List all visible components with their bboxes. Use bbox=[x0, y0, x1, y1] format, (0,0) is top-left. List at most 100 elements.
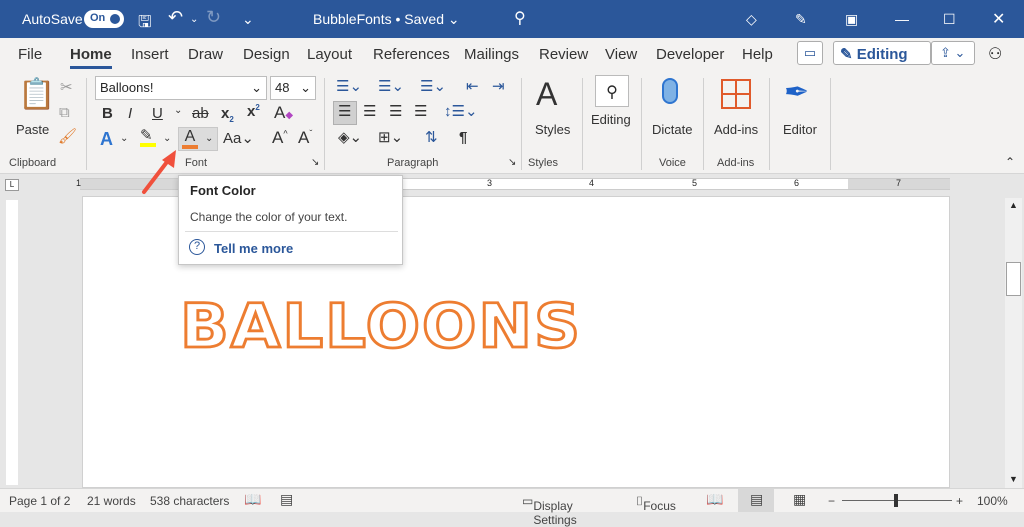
tab-view[interactable]: View bbox=[605, 46, 637, 63]
underline-icon[interactable]: U bbox=[152, 106, 163, 121]
paste-icon[interactable]: 📋 bbox=[18, 80, 55, 110]
font-color-dropdown-icon[interactable]: ⌄ bbox=[205, 134, 213, 144]
multilevel-list-icon[interactable]: ☰⌄ bbox=[420, 79, 446, 94]
paragraph-dialog-launcher-icon[interactable]: ↘ bbox=[508, 158, 516, 168]
numbering-icon[interactable]: ☰⌄ bbox=[378, 79, 404, 94]
character-count[interactable]: 538 characters bbox=[150, 494, 229, 508]
increase-indent-icon[interactable]: ⇥ bbox=[492, 79, 505, 94]
decrease-indent-icon[interactable]: ⇤ bbox=[466, 79, 479, 94]
coauthor-icon[interactable]: ⚇ bbox=[988, 44, 1002, 64]
search-icon[interactable]: ⚲ bbox=[514, 8, 526, 28]
highlight-icon[interactable]: ✎ bbox=[140, 128, 156, 147]
underline-dropdown-icon[interactable]: ⌄ bbox=[174, 106, 182, 116]
maximize-icon[interactable]: ☐ bbox=[943, 11, 956, 28]
shrink-font-icon[interactable]: Aˇ bbox=[298, 129, 312, 146]
customize-qat-icon[interactable]: ⌄ bbox=[242, 11, 254, 28]
accessibility-icon[interactable]: ▤ bbox=[280, 491, 293, 508]
editing-button[interactable]: Editing bbox=[591, 112, 631, 127]
focus-button[interactable]: ⌷ Focus bbox=[636, 494, 676, 513]
tab-file[interactable]: File bbox=[18, 46, 42, 63]
tell-me-more-link[interactable]: Tell me more bbox=[214, 241, 293, 256]
vertical-scrollbar[interactable]: ▲ ▼ bbox=[1005, 198, 1022, 488]
close-icon[interactable]: ✕ bbox=[992, 9, 1005, 29]
vertical-ruler[interactable] bbox=[6, 200, 18, 485]
tab-selector[interactable]: L bbox=[5, 179, 19, 191]
undo-dropdown-icon[interactable]: ⌄ bbox=[190, 14, 198, 25]
font-size-value: 48 bbox=[275, 80, 290, 95]
font-size-select[interactable]: 48 ⌄ bbox=[270, 76, 316, 100]
italic-icon[interactable]: I bbox=[128, 106, 132, 121]
clear-formatting-icon[interactable]: A◆ bbox=[274, 104, 293, 121]
collapse-ribbon-icon[interactable]: ⌃ bbox=[1005, 156, 1015, 168]
zoom-out-button[interactable]: − bbox=[828, 494, 835, 508]
line-spacing-icon[interactable]: ↕☰⌄ bbox=[444, 104, 478, 119]
editor-button[interactable]: Editor bbox=[783, 122, 817, 137]
editing-mode-button[interactable]: ✎ Editing ⌄ bbox=[833, 41, 931, 81]
font-color-icon[interactable]: A bbox=[182, 129, 198, 149]
copy-icon[interactable]: ⧉ bbox=[59, 105, 70, 120]
bold-icon[interactable]: B bbox=[102, 106, 113, 121]
share-button[interactable]: ⇪ ⌄ bbox=[931, 41, 975, 65]
sort-icon[interactable]: ⇅ bbox=[425, 130, 438, 145]
tab-insert[interactable]: Insert bbox=[131, 46, 169, 63]
cut-icon[interactable]: ✂ bbox=[60, 80, 73, 95]
text-effects-icon[interactable]: A bbox=[100, 130, 113, 148]
show-formatting-icon[interactable]: ¶ bbox=[459, 130, 467, 145]
format-painter-icon[interactable]: 🖌 bbox=[58, 129, 77, 144]
tab-home[interactable]: Home bbox=[70, 46, 112, 69]
paste-button[interactable]: Paste bbox=[16, 122, 49, 137]
justify-icon[interactable]: ☰ bbox=[414, 104, 427, 119]
page-count[interactable]: Page 1 of 2 bbox=[9, 494, 70, 508]
pen-icon[interactable]: ✎ bbox=[795, 11, 807, 28]
borders-icon[interactable]: ⊞⌄ bbox=[378, 130, 403, 145]
tab-references[interactable]: References bbox=[373, 46, 450, 63]
scrollbar-thumb[interactable] bbox=[1006, 262, 1021, 296]
document-title[interactable]: BubbleFonts • Saved ⌄ bbox=[313, 11, 460, 28]
display-settings-button[interactable]: ▭ Display Settings bbox=[522, 494, 577, 527]
autosave-toggle[interactable]: On bbox=[84, 10, 124, 28]
strikethrough-icon[interactable]: ab bbox=[192, 106, 209, 121]
zoom-in-button[interactable]: + bbox=[956, 494, 963, 508]
shading-icon[interactable]: ◈⌄ bbox=[338, 130, 362, 145]
styles-button[interactable]: Styles bbox=[535, 122, 570, 137]
addins-icon[interactable] bbox=[721, 79, 751, 109]
focus-label: Focus bbox=[643, 499, 676, 513]
editor-icon[interactable]: ✒ bbox=[784, 78, 809, 108]
addins-button[interactable]: Add-ins bbox=[714, 122, 758, 137]
styles-icon[interactable]: A bbox=[536, 78, 557, 110]
comments-button[interactable]: ▭ bbox=[797, 41, 823, 65]
tab-draw[interactable]: Draw bbox=[188, 46, 223, 63]
zoom-slider-thumb[interactable] bbox=[894, 494, 898, 507]
find-icon[interactable]: ⚲ bbox=[595, 75, 629, 107]
align-center-icon[interactable]: ☰ bbox=[363, 104, 376, 119]
diamond-icon[interactable]: ◇ bbox=[746, 11, 757, 28]
microphone-icon[interactable] bbox=[662, 78, 678, 104]
word-count[interactable]: 21 words bbox=[87, 494, 136, 508]
tab-review[interactable]: Review bbox=[539, 46, 588, 63]
tab-developer[interactable]: Developer bbox=[656, 46, 724, 63]
read-mode-icon[interactable]: 📖 bbox=[706, 491, 723, 508]
grow-font-icon[interactable]: A^ bbox=[272, 129, 288, 146]
change-case-icon[interactable]: Aa⌄ bbox=[223, 131, 254, 146]
font-name-select[interactable]: Balloons! ⌄ bbox=[95, 76, 267, 100]
tab-help[interactable]: Help bbox=[742, 46, 773, 63]
web-layout-icon[interactable]: ▦ bbox=[793, 491, 806, 508]
autosave-label: AutoSave bbox=[22, 11, 83, 27]
align-right-icon[interactable]: ☰ bbox=[389, 104, 402, 119]
dictate-button[interactable]: Dictate bbox=[652, 122, 692, 137]
zoom-level[interactable]: 100% bbox=[977, 494, 1008, 508]
subscript-icon[interactable]: x2 bbox=[221, 106, 234, 124]
undo-icon[interactable]: ↶ bbox=[168, 7, 183, 28]
ribbon-display-icon[interactable]: ▣ bbox=[845, 11, 858, 28]
proofing-icon[interactable]: 📖 bbox=[244, 491, 261, 508]
superscript-icon[interactable]: x2 bbox=[247, 104, 260, 120]
tab-mailings[interactable]: Mailings bbox=[464, 46, 519, 63]
bullets-icon[interactable]: ☰⌄ bbox=[336, 79, 362, 94]
minimize-icon[interactable]: — bbox=[895, 11, 909, 27]
save-icon[interactable]: 🖫 bbox=[138, 11, 152, 38]
tab-design[interactable]: Design bbox=[243, 46, 290, 63]
redo-icon[interactable]: ↻ bbox=[206, 7, 221, 28]
document-text[interactable]: BALLOONS bbox=[178, 290, 582, 363]
font-dialog-launcher-icon[interactable]: ↘ bbox=[311, 158, 319, 168]
tab-layout[interactable]: Layout bbox=[307, 46, 352, 63]
